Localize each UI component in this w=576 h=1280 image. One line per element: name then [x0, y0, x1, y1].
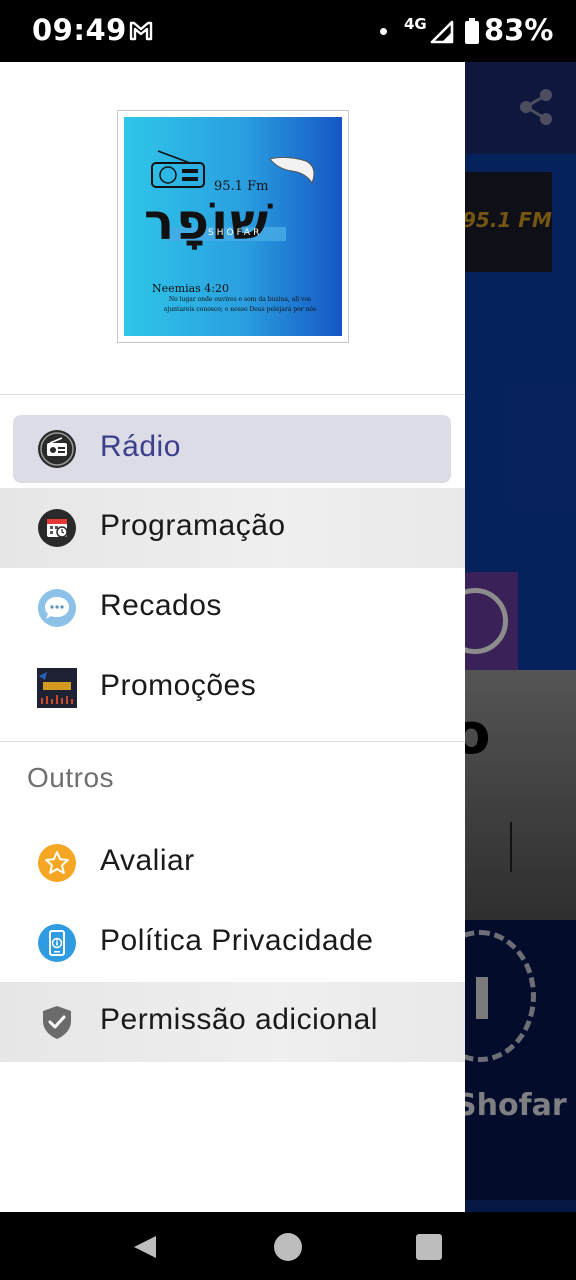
- drawer-item-label: Recados: [100, 589, 222, 622]
- logo-frequency: 95.1 Fm: [214, 179, 269, 194]
- drawer-item-label: Avaliar: [100, 844, 195, 877]
- station-logo: 95.1 Fm שׁוֹפָר SHOFAR Neemias 4:20 No l…: [117, 110, 349, 343]
- network-type: 4G: [404, 15, 427, 33]
- status-time: 09:49: [32, 13, 127, 47]
- gmail-icon: [129, 21, 153, 41]
- shofar-horn-icon: [269, 156, 315, 185]
- drawer-header: 95.1 Fm שׁוֹפָר SHOFAR Neemias 4:20 No l…: [0, 62, 465, 394]
- star-icon: [38, 844, 76, 882]
- drawer-item-permissao-adicional[interactable]: Permissão adicional: [0, 982, 465, 1062]
- logo-artwork: 95.1 Fm שׁוֹפָר SHOFAR Neemias 4:20 No l…: [124, 117, 342, 336]
- back-icon[interactable]: [130, 1232, 160, 1262]
- section-title-outros: Outros: [27, 762, 115, 793]
- radio-icon: [38, 430, 76, 468]
- drawer-item-label: Promoções: [100, 669, 257, 702]
- drawer-item-label: Política Privacidade: [100, 924, 374, 957]
- promo-thumbnail-icon: [37, 668, 77, 708]
- header-divider: [0, 394, 465, 395]
- drawer-item-label: Permissão adicional: [100, 1003, 378, 1036]
- logo-reference: Neemias 4:20: [152, 282, 229, 295]
- selected-highlight: [13, 415, 451, 483]
- logo-hebrew-title: שׁוֹפָר: [144, 193, 271, 251]
- privacy-phone-icon: [38, 924, 76, 962]
- drawer-item-politica-privacidade[interactable]: Política Privacidade: [0, 903, 465, 983]
- status-bar: 09:49 4G 83%: [0, 0, 576, 62]
- signal-icon: [430, 20, 454, 44]
- drawer-item-promocoes[interactable]: Promoções: [0, 648, 465, 728]
- drawer-item-recados[interactable]: Recados: [0, 568, 465, 648]
- calendar-icon: [38, 509, 76, 547]
- vintage-radio-icon: [151, 150, 205, 188]
- chat-bubble-icon: [38, 589, 76, 627]
- shield-check-icon: [43, 1006, 71, 1039]
- drawer-item-label: Rádio: [100, 430, 181, 463]
- drawer-item-avaliar[interactable]: Avaliar: [0, 823, 465, 903]
- recents-icon[interactable]: [416, 1234, 442, 1260]
- battery-icon: [465, 18, 479, 44]
- logo-verse: No lugar onde ouvires o som da buzina, a…: [163, 296, 317, 313]
- notification-dot: [380, 28, 387, 35]
- drawer-item-radio[interactable]: Rádio: [0, 409, 465, 489]
- system-nav-bar: [0, 1212, 576, 1280]
- battery-percent: 83%: [484, 13, 554, 47]
- navigation-drawer: 95.1 Fm שׁוֹפָר SHOFAR Neemias 4:20 No l…: [0, 62, 465, 1212]
- home-icon[interactable]: [274, 1233, 302, 1261]
- drawer-item-programacao[interactable]: Programação: [0, 488, 465, 568]
- logo-subtitle: SHOFAR: [208, 228, 263, 238]
- section-divider: [0, 741, 465, 742]
- drawer-item-label: Programação: [100, 509, 286, 542]
